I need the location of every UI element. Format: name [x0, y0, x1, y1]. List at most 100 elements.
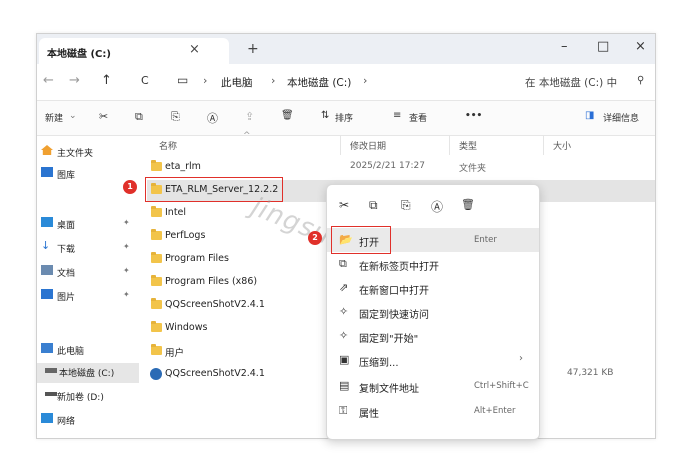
sidebar-item-gallery[interactable]: 图库 — [41, 165, 137, 185]
sidebar-item-local-disk-c[interactable]: 本地磁盘 (C:) — [37, 363, 139, 383]
computer-icon[interactable]: ▭ — [177, 73, 188, 87]
folder-icon — [151, 321, 162, 332]
column-divider[interactable] — [340, 135, 341, 155]
folder-icon — [151, 298, 162, 309]
share-icon[interactable]: ⇪ — [245, 110, 254, 123]
menu-item-label: 固定到快速访问 — [359, 310, 429, 321]
column-divider[interactable] — [449, 135, 450, 155]
breadcrumb-this-pc[interactable]: 此电脑 — [221, 75, 253, 90]
delete-icon[interactable]: 🗑 — [281, 110, 294, 121]
sidebar-item-this-pc[interactable]: 此电脑 — [41, 341, 137, 361]
pictures-icon — [41, 289, 53, 299]
paste-icon[interactable]: ⎘ — [171, 110, 180, 124]
column-header-name[interactable]: 名称 — [159, 139, 177, 152]
minimize-icon[interactable]: – — [561, 39, 568, 54]
sidebar-item-label: 此电脑 — [57, 347, 85, 357]
menu-item-shortcut: Enter — [474, 235, 497, 245]
sidebar-item-label: 图库 — [57, 171, 76, 181]
refresh-icon[interactable]: C — [141, 74, 149, 87]
menu-item-label: 压缩到... — [359, 358, 399, 369]
folder-icon — [151, 252, 162, 263]
sidebar-item-downloads[interactable]: ↓ 下载 ✦ — [41, 239, 137, 259]
desktop-icon — [41, 217, 53, 227]
table-row[interactable]: eta_rlm 2025/2/21 17:27 文件夹 — [147, 157, 655, 179]
new-button[interactable]: 新建 — [45, 111, 63, 124]
sidebar-item-label: 文档 — [57, 269, 76, 279]
copy-path-icon: ▤ — [339, 379, 350, 392]
pin-icon: ✧ — [339, 329, 349, 342]
sort-button[interactable]: 排序 — [335, 111, 353, 124]
menu-item-label: 在新窗口中打开 — [359, 286, 429, 297]
document-icon — [41, 265, 53, 275]
cut-icon[interactable]: ✂ — [99, 110, 108, 123]
menu-item-label: 属性 — [359, 409, 379, 420]
details-pane-icon: ◨ — [585, 110, 595, 121]
sort-icon: ⇅ — [321, 110, 330, 121]
breadcrumb-local-disk[interactable]: 本地磁盘 (C:) — [287, 75, 351, 90]
file-name: 用户 — [165, 348, 185, 359]
rename-icon[interactable]: Ⓐ — [207, 110, 218, 126]
menu-item-open-new-tab[interactable]: ⧉ 在新标签页中打开 — [327, 252, 539, 276]
up-icon[interactable]: ↑ — [101, 73, 112, 88]
menu-item-open-new-window[interactable]: ⇗ 在新窗口中打开 — [327, 276, 539, 300]
menu-item-shortcut: Alt+Enter — [474, 406, 516, 416]
paste-icon[interactable]: ⎘ — [401, 198, 411, 213]
file-name: Program Files — [165, 253, 229, 264]
folder-icon — [151, 160, 162, 171]
breadcrumb-separator: › — [203, 74, 208, 87]
menu-item-copy-path[interactable]: ▤ 复制文件地址 Ctrl+Shift+C — [327, 374, 539, 398]
new-tab-icon[interactable]: + — [247, 41, 259, 57]
menu-item-compress[interactable]: ▣ 压缩到... › — [327, 348, 539, 372]
search-box[interactable]: 在 本地磁盘 (C:) 中 ⚲ — [519, 68, 653, 96]
sidebar-item-label: 网络 — [57, 417, 76, 427]
copy-icon[interactable]: ⧉ — [135, 110, 143, 124]
copy-icon[interactable]: ⧉ — [369, 198, 378, 213]
step-badge-1: 1 — [123, 180, 137, 194]
file-name: QQScreenShotV2.4.1 — [165, 299, 265, 310]
folder-icon — [151, 275, 162, 286]
maximize-icon[interactable]: □ — [597, 39, 609, 54]
search-input[interactable]: 在 本地磁盘 (C:) 中 — [525, 75, 617, 90]
sidebar-item-pictures[interactable]: 图片 ✦ — [41, 287, 137, 307]
computer-icon — [41, 343, 53, 353]
forward-icon[interactable]: → — [69, 73, 80, 88]
folder-icon — [151, 229, 162, 240]
tab-close-icon[interactable]: × — [189, 42, 200, 57]
menu-item-label: 在新标签页中打开 — [359, 262, 439, 273]
menu-item-properties[interactable]: ⚿ 属性 Alt+Enter — [327, 399, 539, 423]
column-divider[interactable] — [543, 135, 544, 155]
sidebar-item-label: 新加卷 (D:) — [57, 393, 104, 403]
sidebar-item-volume-d[interactable]: 新加卷 (D:) — [41, 387, 137, 407]
file-date: 2025/2/21 17:27 — [350, 161, 425, 171]
back-icon[interactable]: ← — [43, 73, 54, 88]
column-header-type[interactable]: 类型 — [459, 139, 477, 152]
tab-title: 本地磁盘 (C:) — [47, 49, 111, 60]
breadcrumb-separator: › — [271, 74, 276, 87]
more-options-button[interactable]: ••• — [465, 111, 482, 121]
app-icon — [150, 368, 162, 380]
sidebar-item-network[interactable]: 网络 — [41, 411, 137, 431]
column-header-date[interactable]: 修改日期 — [350, 139, 386, 152]
tab-local-disk[interactable]: 本地磁盘 (C:) × — [39, 38, 229, 64]
search-icon[interactable]: ⚲ — [637, 75, 644, 86]
menu-item-pin-quick-access[interactable]: ✧ 固定到快速访问 — [327, 300, 539, 324]
menu-item-label: 固定到"开始" — [359, 334, 419, 345]
close-icon[interactable]: × — [635, 39, 646, 54]
rename-icon[interactable]: Ⓐ — [431, 198, 443, 215]
chevron-down-icon[interactable]: ⌄ — [69, 111, 77, 121]
sidebar-item-home[interactable]: 主文件夹 — [41, 143, 137, 163]
network-icon — [41, 413, 53, 423]
file-name: QQScreenShotV2.4.1 — [165, 368, 265, 379]
view-icon: ≡ — [393, 110, 402, 121]
column-header-size[interactable]: 大小 — [553, 139, 571, 152]
menu-item-shortcut: Ctrl+Shift+C — [474, 381, 529, 391]
delete-icon[interactable]: 🗑 — [461, 198, 475, 211]
cut-icon[interactable]: ✂ — [339, 198, 349, 212]
menu-item-pin-start[interactable]: ✧ 固定到"开始" — [327, 324, 539, 348]
sidebar-item-label: 图片 — [57, 293, 76, 303]
sidebar-item-desktop[interactable]: 桌面 ✦ — [41, 215, 137, 235]
sidebar-item-documents[interactable]: 文档 ✦ — [41, 263, 137, 283]
details-button[interactable]: 详细信息 — [603, 111, 639, 124]
new-tab-icon: ⧉ — [339, 257, 347, 270]
view-button[interactable]: 查看 — [409, 111, 427, 124]
